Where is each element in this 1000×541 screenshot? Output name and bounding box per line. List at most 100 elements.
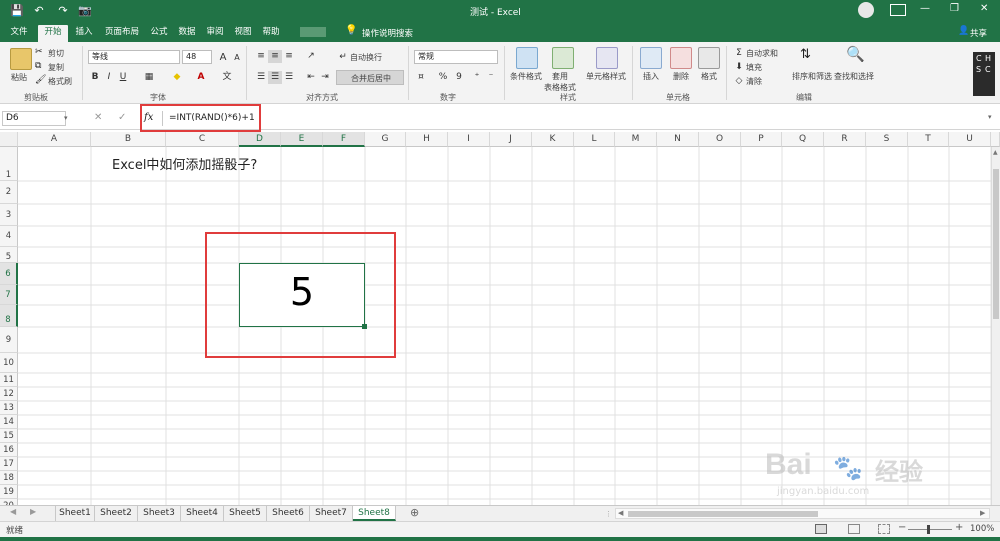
align-left-icon[interactable]: ☰ (254, 71, 268, 84)
align-middle-icon[interactable]: ≡ (268, 50, 282, 63)
font-color-icon[interactable]: A (194, 71, 208, 84)
scroll-left-icon[interactable]: ◀ (618, 509, 623, 517)
row-header-14[interactable]: 14 (0, 415, 18, 429)
insert-cells-icon[interactable] (640, 47, 662, 69)
column-header-s[interactable]: S (866, 132, 908, 147)
zoom-out-icon[interactable]: − (898, 522, 906, 533)
normal-view-icon[interactable] (815, 524, 827, 534)
row-header-18[interactable]: 18 (0, 471, 18, 485)
prev-sheet-icon[interactable]: ◀ (10, 507, 16, 516)
merge-center-button[interactable]: 合并后居中 (336, 70, 404, 85)
underline-button[interactable]: U (116, 71, 130, 84)
conditional-formatting-icon[interactable] (516, 47, 538, 69)
tab-data[interactable]: 数据 (174, 25, 200, 42)
name-box-dropdown-icon[interactable]: ▾ (64, 114, 68, 122)
sheet-tab-4[interactable]: Sheet4 (181, 506, 224, 521)
tab-view[interactable]: 视图 (230, 25, 256, 42)
row-header-8[interactable]: 8 (0, 305, 18, 327)
sheet-tab-8-active[interactable]: Sheet8 (353, 506, 396, 521)
row-header-12[interactable]: 12 (0, 387, 18, 401)
row-header-17[interactable]: 17 (0, 457, 18, 471)
decrease-decimal-icon[interactable]: ⁻ (484, 71, 498, 84)
column-header-c[interactable]: C (166, 132, 239, 147)
scissors-icon[interactable]: ✂ (35, 47, 43, 57)
undo-icon[interactable]: ↶ (32, 4, 46, 18)
find-select-button[interactable]: 查找和选择 (834, 71, 874, 82)
format-painter-button[interactable]: 格式刷 (48, 76, 72, 87)
page-break-view-icon[interactable] (878, 524, 890, 534)
tab-review[interactable]: 审阅 (202, 25, 228, 42)
column-header-i[interactable]: I (448, 132, 490, 147)
copy-icon[interactable]: ⧉ (35, 61, 41, 71)
sort-filter-button[interactable]: 排序和筛选 (792, 71, 832, 82)
tab-help[interactable]: 帮助 (258, 25, 284, 42)
row-header-1[interactable]: 1 (0, 147, 18, 181)
column-header-g[interactable]: G (365, 132, 406, 147)
currency-icon[interactable]: ¤ (414, 71, 428, 84)
sort-filter-icon[interactable]: ⇅ (800, 47, 811, 62)
grow-font-button[interactable]: A (216, 51, 230, 64)
tab-split-handle[interactable]: ⋮ (605, 510, 612, 518)
column-header-p[interactable]: P (741, 132, 782, 147)
cut-button[interactable]: 剪切 (48, 48, 64, 59)
share-button[interactable]: 共享 (970, 27, 987, 39)
row-header-4[interactable]: 4 (0, 226, 18, 247)
scroll-thumb[interactable] (993, 169, 999, 319)
align-center-icon[interactable]: ☰ (268, 71, 282, 84)
copy-button[interactable]: 复制 (48, 62, 64, 73)
column-header-f[interactable]: F (323, 132, 365, 147)
row-header-11[interactable]: 11 (0, 373, 18, 387)
close-icon[interactable]: ✕ (980, 3, 988, 14)
zoom-in-icon[interactable]: + (955, 522, 963, 533)
column-header-o[interactable]: O (699, 132, 741, 147)
worksheet-grid[interactable]: A B C D E F G H I J K L M N O P Q R S T … (0, 132, 1000, 505)
row-header-6[interactable]: 6 (0, 263, 18, 285)
zoom-level[interactable]: 100% (970, 524, 994, 534)
clear-button[interactable]: 清除 (746, 76, 762, 87)
expand-formula-icon[interactable]: ▾ (988, 113, 992, 121)
save-icon[interactable]: 💾 (10, 4, 24, 18)
sheet-tab-3[interactable]: Sheet3 (138, 506, 181, 521)
formula-input[interactable]: =INT(RAND()*6)+1 (162, 111, 992, 126)
page-layout-view-icon[interactable] (848, 524, 860, 534)
h-scroll-thumb[interactable] (628, 511, 818, 517)
sheet-tab-5[interactable]: Sheet5 (224, 506, 267, 521)
font-size-select[interactable]: 48 (182, 50, 212, 64)
font-name-select[interactable]: 等线 (88, 50, 180, 64)
column-header-d[interactable]: D (239, 132, 281, 147)
row-header-7[interactable]: 7 (0, 285, 18, 305)
zoom-slider-track[interactable] (908, 529, 952, 530)
row-header-16[interactable]: 16 (0, 443, 18, 457)
column-header-n[interactable]: N (657, 132, 699, 147)
row-header-9[interactable]: 9 (0, 327, 18, 353)
horizontal-scrollbar[interactable]: ◀ ▶ (615, 508, 990, 519)
percent-button[interactable]: % (436, 71, 450, 84)
format-cells-button[interactable]: 格式 (701, 71, 717, 82)
format-painter-icon[interactable]: 🖌 (35, 75, 46, 85)
row-header-19[interactable]: 19 (0, 485, 18, 499)
redo-icon[interactable]: ↷ (56, 4, 70, 18)
comma-button[interactable]: 9 (452, 71, 466, 84)
enter-icon[interactable]: ✓ (118, 112, 126, 123)
number-format-select[interactable]: 常规 (414, 50, 498, 64)
align-bottom-icon[interactable]: ≡ (282, 50, 296, 63)
increase-decimal-icon[interactable]: ⁺ (470, 71, 484, 84)
restore-icon[interactable]: ❐ (950, 3, 959, 14)
tab-insert[interactable]: 插入 (70, 25, 98, 42)
wrap-text-icon[interactable]: ↵ (336, 51, 350, 64)
cancel-icon[interactable]: ✕ (94, 112, 102, 123)
tab-page-layout[interactable]: 页面布局 (100, 25, 144, 42)
format-cells-icon[interactable] (698, 47, 720, 69)
row-header-13[interactable]: 13 (0, 401, 18, 415)
wrap-text-button[interactable]: 自动换行 (350, 52, 382, 63)
find-select-icon[interactable]: 🔍 (846, 45, 865, 63)
column-header-m[interactable]: M (615, 132, 657, 147)
add-sheet-icon[interactable]: ⊕ (410, 506, 419, 519)
sheet-tab-6[interactable]: Sheet6 (267, 506, 310, 521)
tab-file[interactable]: 文件 (4, 25, 34, 42)
row-header-15[interactable]: 15 (0, 429, 18, 443)
eraser-icon[interactable]: ◇ (732, 75, 746, 88)
column-header-t[interactable]: T (908, 132, 949, 147)
orientation-icon[interactable]: ↗ (304, 50, 318, 63)
italic-button[interactable]: I (102, 71, 116, 84)
